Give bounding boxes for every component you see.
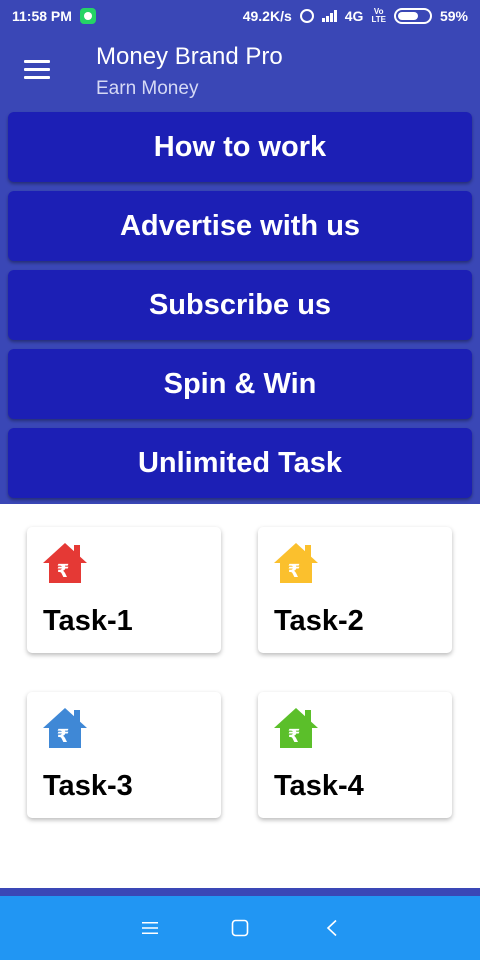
task-label: Task-3 (43, 770, 133, 802)
signal-icon (321, 10, 337, 22)
task-card-2[interactable]: ₹ Task-2 (258, 527, 452, 653)
system-nav-bar (0, 896, 480, 960)
how-to-work-button[interactable]: How to work (8, 112, 472, 182)
battery-icon (393, 8, 432, 24)
task-card-1[interactable]: ₹ Task-1 (27, 527, 221, 653)
whatsapp-notification-icon (79, 8, 96, 24)
rupee-glyph: ₹ (57, 561, 70, 582)
volte-icon: Vo LTE (371, 7, 386, 24)
house-rupee-icon: ₹ (43, 543, 87, 583)
recent-apps-icon[interactable] (136, 914, 164, 942)
subscribe-button[interactable]: Subscribe us (8, 270, 472, 340)
hamburger-menu-icon[interactable] (24, 60, 50, 80)
task-label: Task-2 (274, 605, 364, 637)
task-label: Task-1 (43, 605, 133, 637)
spin-win-button[interactable]: Spin & Win (8, 349, 472, 419)
house-rupee-icon: ₹ (43, 708, 87, 748)
alarm-icon (299, 9, 314, 23)
app-title: Money Brand Pro (96, 43, 283, 70)
app-subtitle: Earn Money (96, 78, 199, 99)
rupee-glyph: ₹ (57, 726, 70, 747)
status-time: 11:58 PM (12, 8, 72, 24)
network-type: 4G (344, 8, 364, 24)
network-speed: 49.2K/s (242, 8, 292, 24)
task-label: Task-4 (274, 770, 364, 802)
rupee-glyph: ₹ (288, 561, 301, 582)
bottom-strip (0, 888, 480, 896)
unlimited-task-button[interactable]: Unlimited Task (8, 428, 472, 498)
rupee-glyph: ₹ (288, 726, 301, 747)
house-rupee-icon: ₹ (274, 543, 318, 583)
advertise-button[interactable]: Advertise with us (8, 191, 472, 261)
status-bar: 11:58 PM 49.2K/s 4G Vo LTE 59% (0, 0, 480, 32)
house-rupee-icon: ₹ (274, 708, 318, 748)
menu-button-panel: How to work Advertise with us Subscribe … (0, 108, 480, 504)
task-card-4[interactable]: ₹ Task-4 (258, 692, 452, 818)
app-bar: Money Brand Pro Earn Money (0, 32, 480, 108)
battery-level: 59% (439, 8, 468, 24)
home-icon[interactable] (226, 914, 254, 942)
back-icon[interactable] (318, 914, 346, 942)
task-card-3[interactable]: ₹ Task-3 (27, 692, 221, 818)
